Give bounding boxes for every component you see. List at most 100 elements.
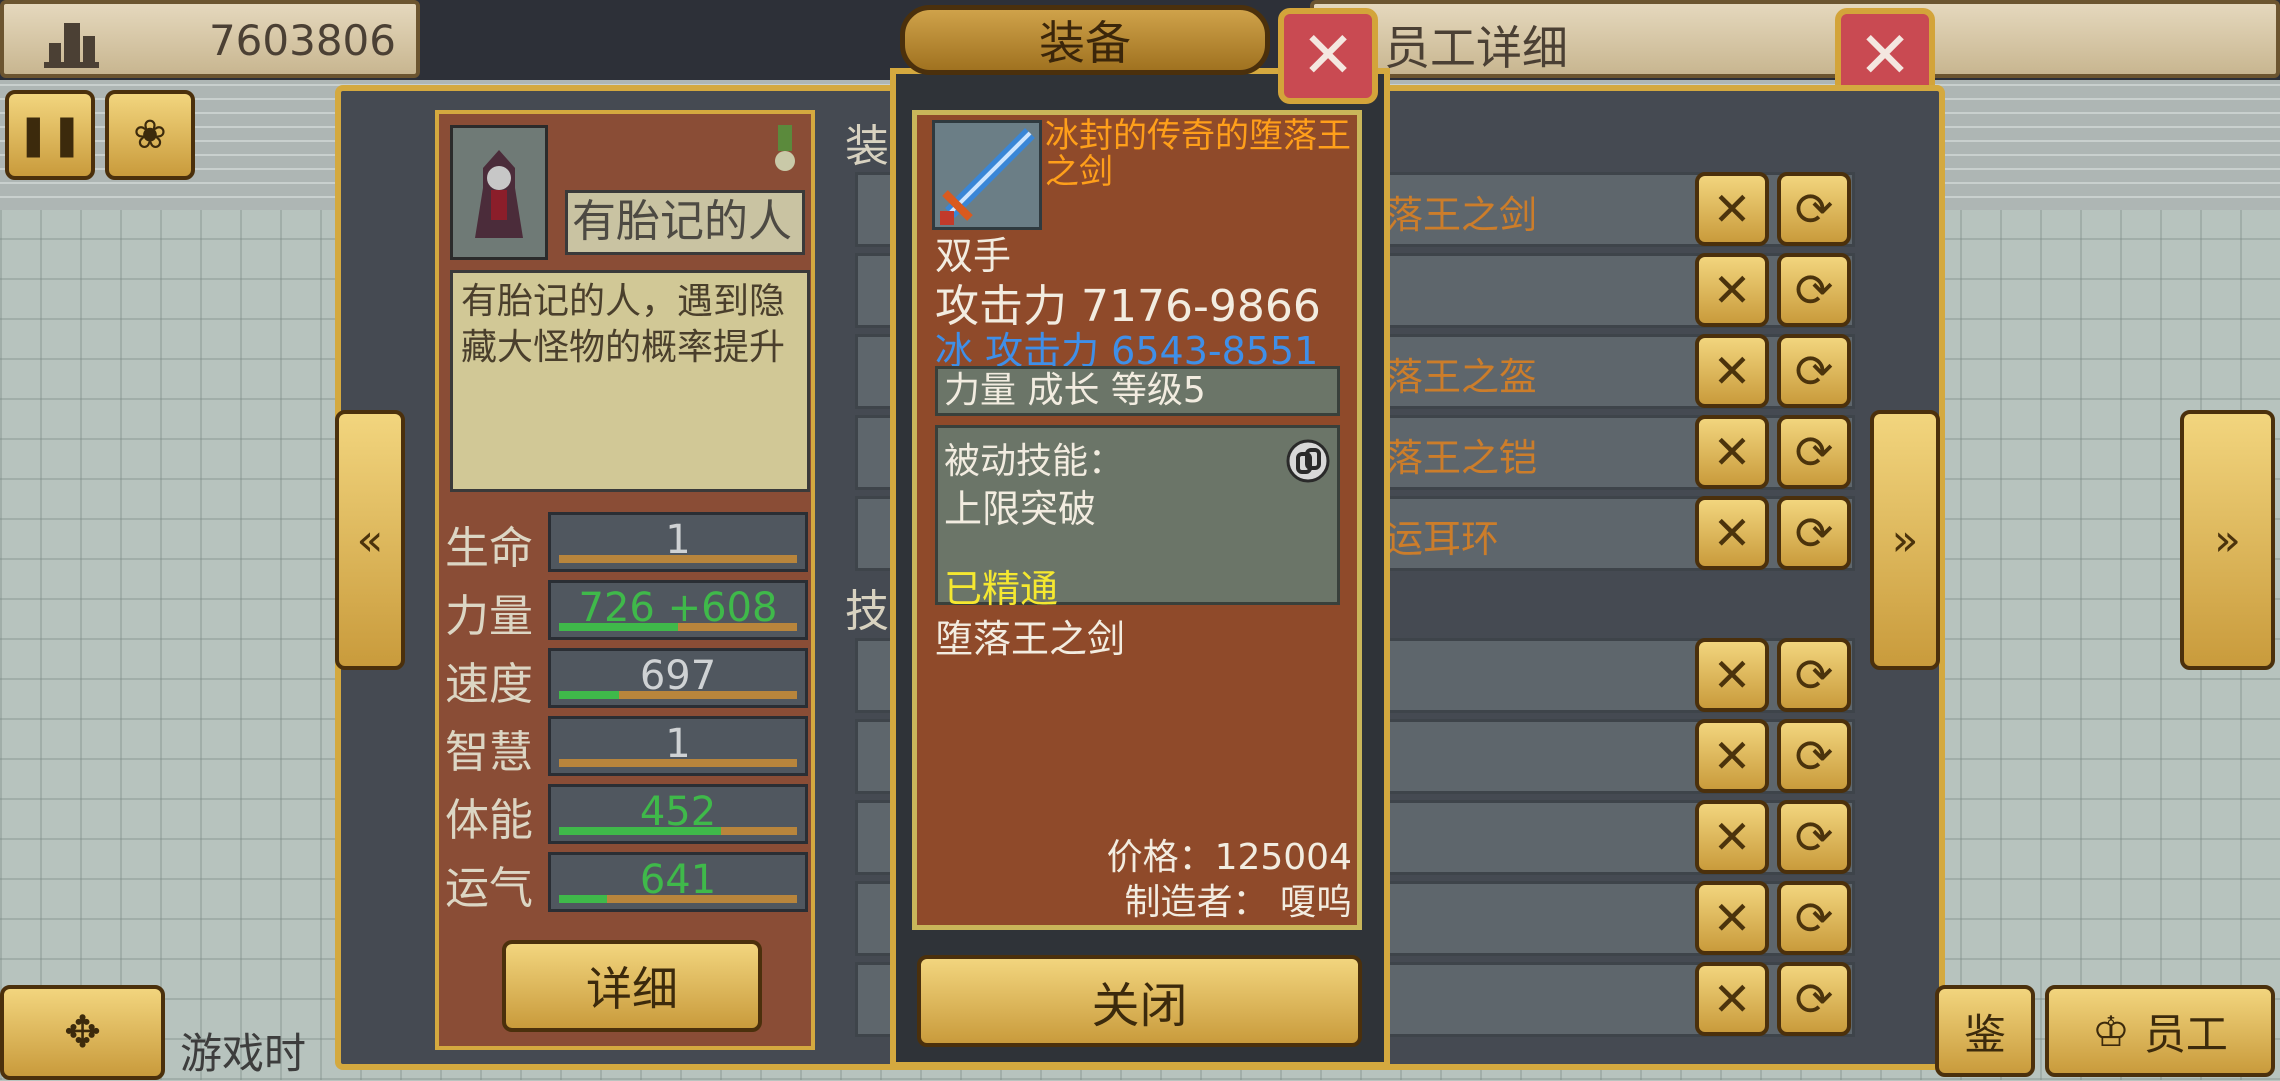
passive-skill-box: 被动技能： 上限突破 已精通 <box>935 425 1340 611</box>
employee-detail-bar: 员工详细 <box>1310 0 2280 78</box>
remove-button[interactable]: ✕ <box>1695 172 1769 246</box>
employee-name: 有胎记的人 <box>565 190 805 255</box>
remove-button[interactable]: ✕ <box>1695 962 1769 1036</box>
close-icon: ✕ <box>1712 810 1752 864</box>
stat-bar: 641 <box>548 852 808 912</box>
link-icon[interactable] <box>1283 436 1333 486</box>
swap-button[interactable]: ⟳ <box>1777 719 1851 793</box>
encyclopedia-label: 鉴 <box>1963 1009 2006 1059</box>
stat-track <box>559 691 797 699</box>
close-icon: ✕ <box>1712 506 1752 560</box>
swap-button[interactable]: ⟳ <box>1777 334 1851 408</box>
close-icon: ✕ <box>1712 425 1752 479</box>
remove-button[interactable]: ✕ <box>1695 334 1769 408</box>
next-arrow-button[interactable]: » <box>1870 410 1940 670</box>
stat-track <box>559 827 797 835</box>
dpad-button[interactable]: ✥ <box>0 985 165 1080</box>
item-growth: 力量 成长 等级5 <box>935 366 1340 416</box>
double-right-arrow-icon: » <box>2214 514 2241 566</box>
stat-fill <box>559 691 619 699</box>
close-button[interactable]: 关闭 <box>917 955 1362 1047</box>
money-value: 7603806 <box>208 16 396 65</box>
prev-arrow-button[interactable]: « <box>335 410 405 670</box>
passive-skill-name: 上限突破 <box>944 487 1097 531</box>
map-icon: ❀ <box>133 112 167 158</box>
list-item-label: 落王之盔 <box>1385 355 1538 399</box>
swap-icon: ⟳ <box>1794 972 1834 1026</box>
remove-button[interactable]: ✕ <box>1695 719 1769 793</box>
swap-icon: ⟳ <box>1794 425 1834 479</box>
close-icon: ✕ <box>1301 19 1355 93</box>
employee-description: 有胎记的人，遇到隐藏大怪物的概率提升 <box>450 270 810 492</box>
stat-bar: 452 <box>548 784 808 844</box>
staff-button[interactable]: ♔ 员工 <box>2045 985 2275 1077</box>
remove-button[interactable]: ✕ <box>1695 881 1769 955</box>
stat-bar: 1 <box>548 716 808 776</box>
popup-close-x-button[interactable]: ✕ <box>1278 8 1378 104</box>
swap-button[interactable]: ⟳ <box>1777 415 1851 489</box>
staff-label: 员工 <box>2143 1009 2228 1059</box>
crown-icon: ♔ <box>2092 1006 2130 1056</box>
medal-icon <box>770 125 800 175</box>
stat-label: 生命 <box>445 523 533 574</box>
stat-fill <box>559 895 607 903</box>
swap-icon: ⟳ <box>1794 891 1834 945</box>
stat-track <box>559 555 797 563</box>
stat-label: 速度 <box>445 659 533 710</box>
mastered-label: 已精通 <box>944 567 1059 611</box>
double-left-arrow-icon: « <box>356 514 384 566</box>
stat-bar: 1 <box>548 512 808 572</box>
stat-label: 运气 <box>445 863 533 914</box>
encyclopedia-button[interactable]: 鉴 <box>1935 985 2035 1077</box>
stat-track <box>559 623 797 631</box>
stat-fill <box>559 827 721 835</box>
close-icon: ✕ <box>1712 891 1752 945</box>
next-employee-arrow-button[interactable]: » <box>2180 410 2275 670</box>
list-item-label: 落王之铠 <box>1385 436 1538 480</box>
swap-button[interactable]: ⟳ <box>1777 962 1851 1036</box>
close-icon: ✕ <box>1712 972 1752 1026</box>
item-name: 冰封的传奇的堕落王之剑 <box>1045 116 1351 192</box>
passive-skill-label: 被动技能： <box>944 441 1125 482</box>
remove-button[interactable]: ✕ <box>1695 800 1769 874</box>
close-icon: ✕ <box>1712 344 1752 398</box>
swap-icon: ⟳ <box>1794 506 1834 560</box>
remove-button[interactable]: ✕ <box>1695 638 1769 712</box>
swap-icon: ⟳ <box>1794 729 1834 783</box>
building-icon <box>44 23 99 68</box>
item-base-name: 堕落王之剑 <box>935 617 1126 661</box>
swap-icon: ⟳ <box>1794 182 1834 236</box>
game-time-label: 游戏时 <box>180 1029 307 1078</box>
employee-portrait <box>450 125 548 260</box>
dpad-icon: ✥ <box>64 1007 101 1058</box>
skill-section-label: 技 <box>845 586 889 637</box>
swap-button[interactable]: ⟳ <box>1777 881 1851 955</box>
item-maker: 制造者： 嗄呜 <box>1124 882 1352 923</box>
detail-button[interactable]: 详细 <box>502 940 762 1032</box>
stat-track <box>559 759 797 767</box>
map-button[interactable]: ❀ <box>105 90 195 180</box>
swap-icon: ⟳ <box>1794 810 1834 864</box>
popup-title: 装备 <box>900 5 1270 75</box>
swap-button[interactable]: ⟳ <box>1777 496 1851 570</box>
avatar <box>475 150 523 238</box>
stat-track <box>559 895 797 903</box>
close-icon: ✕ <box>1712 648 1752 702</box>
stat-label: 力量 <box>445 591 533 642</box>
swap-button[interactable]: ⟳ <box>1777 638 1851 712</box>
swap-button[interactable]: ⟳ <box>1777 800 1851 874</box>
swap-button[interactable]: ⟳ <box>1777 253 1851 327</box>
double-right-arrow-icon: » <box>1891 514 1919 566</box>
employee-detail-title: 员工详细 <box>1384 21 1568 75</box>
remove-button[interactable]: ✕ <box>1695 496 1769 570</box>
stat-bar: 697 <box>548 648 808 708</box>
remove-button[interactable]: ✕ <box>1695 415 1769 489</box>
remove-button[interactable]: ✕ <box>1695 253 1769 327</box>
swap-icon: ⟳ <box>1794 648 1834 702</box>
list-item-label: 运耳环 <box>1385 517 1500 561</box>
close-icon: ✕ <box>1858 19 1912 93</box>
money-bar: 7603806 <box>0 0 420 78</box>
swap-icon: ⟳ <box>1794 263 1834 317</box>
pause-button[interactable]: ❚❚ <box>5 90 95 180</box>
swap-button[interactable]: ⟳ <box>1777 172 1851 246</box>
